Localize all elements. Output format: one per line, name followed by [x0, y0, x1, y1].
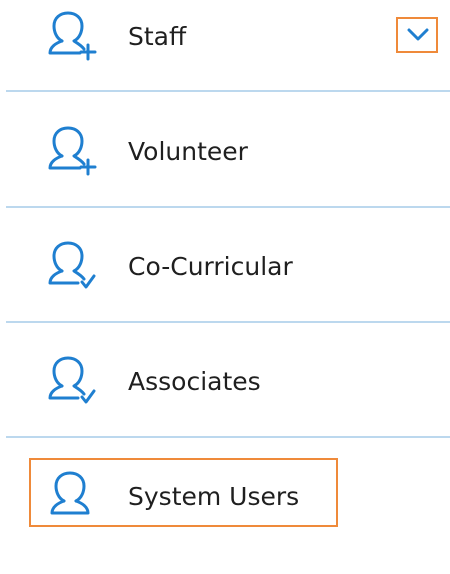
menu-item-co-curricular[interactable]: Co-Curricular	[0, 230, 450, 344]
menu-item-label: Volunteer	[128, 137, 248, 166]
menu-item-volunteer[interactable]: Volunteer	[0, 115, 450, 229]
user-add-icon	[44, 9, 100, 65]
chevron-down-icon	[407, 28, 429, 41]
menu-item-label: Staff	[128, 22, 187, 51]
user-check-icon	[44, 354, 100, 410]
user-add-icon	[44, 124, 100, 180]
divider	[6, 321, 450, 323]
menu-item-label: Associates	[128, 367, 261, 396]
menu-item-label: Co-Curricular	[128, 252, 293, 281]
expand-toggle-button[interactable]	[396, 17, 438, 53]
sidebar-menu: Staff Volunteer Co-Curricular Associates…	[0, 0, 450, 539]
selection-highlight	[29, 458, 338, 527]
divider	[6, 436, 450, 438]
menu-item-staff[interactable]: Staff	[0, 0, 450, 114]
user-check-icon	[44, 239, 100, 295]
menu-item-associates[interactable]: Associates	[0, 345, 450, 459]
divider	[6, 206, 450, 208]
divider	[6, 90, 450, 92]
